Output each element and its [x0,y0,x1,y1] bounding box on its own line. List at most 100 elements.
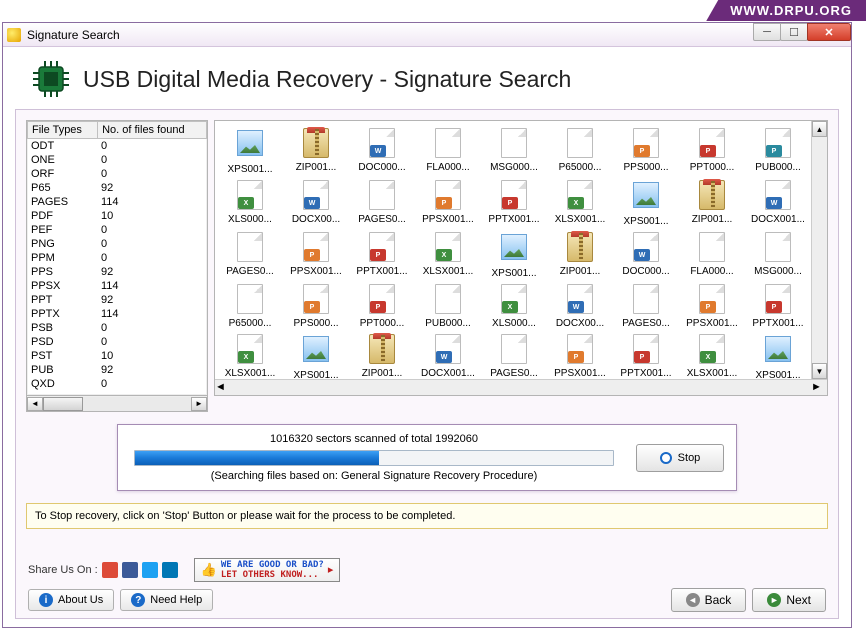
file-item[interactable]: FLA000... [679,229,745,281]
close-button[interactable]: ✕ [807,23,851,41]
file-item[interactable]: P PPSX001... [547,331,613,379]
google-plus-icon[interactable] [102,562,118,578]
file-item[interactable]: MSG000... [481,125,547,177]
file-item[interactable]: PPPSX001... [679,281,745,331]
scroll-up-icon[interactable]: ▲ [812,121,827,137]
scroll-left-icon[interactable]: ◄ [215,381,231,395]
maximize-button[interactable]: ☐ [780,23,808,41]
file-item[interactable]: WDOCX00... [547,281,613,331]
table-row[interactable]: PPTX114 [27,307,207,321]
file-item[interactable]: XPS001... [613,177,679,229]
file-item[interactable]: ZIP001... [349,331,415,379]
scroll-down-icon[interactable]: ▼ [812,363,827,379]
table-row[interactable]: ORF0 [27,167,207,181]
file-item[interactable]: PAGES0... [481,331,547,379]
file-item[interactable]: PPUB000... [745,125,811,177]
table-row[interactable]: PUB92 [27,363,207,377]
col-files-found[interactable]: No. of files found [98,122,207,139]
file-item[interactable]: WDOC000... [613,229,679,281]
back-button[interactable]: ◄ Back [671,588,747,612]
file-item[interactable]: XPS001... [283,331,349,379]
file-item[interactable]: XPS001... [481,229,547,281]
facebook-icon[interactable] [122,562,138,578]
file-item[interactable]: ZIP001... [547,229,613,281]
file-item[interactable]: PPPS000... [613,125,679,177]
grid-v-scrollbar[interactable]: ▲ ▼ [811,121,827,379]
file-type-icon: P [564,334,596,366]
file-item[interactable]: PAGES0... [217,229,283,281]
file-item[interactable]: PPPSX001... [283,229,349,281]
file-item[interactable]: PPPS000... [283,281,349,331]
file-item[interactable]: XXLSX001... [547,177,613,229]
file-item-label: PPSX001... [549,368,611,379]
table-row[interactable]: ONE0 [27,153,207,167]
table-row[interactable]: PDF10 [27,209,207,223]
file-item[interactable]: MSG000... [745,229,811,281]
file-type-icon: P [366,232,398,264]
scroll-right-icon[interactable]: ► [811,381,827,395]
nav-row: i About Us ? Need Help ◄ Back ► Next [28,588,826,612]
file-item-label: P65000... [219,318,281,329]
file-item[interactable]: XXLSX001... [415,229,481,281]
file-item[interactable]: WDOCX001... [745,177,811,229]
stop-button[interactable]: Stop [636,444,724,472]
table-row[interactable]: PPS92 [27,265,207,279]
table-row[interactable]: PNG0 [27,237,207,251]
need-help-button[interactable]: ? Need Help [120,589,213,611]
table-row[interactable]: PSD0 [27,335,207,349]
file-item[interactable]: ZIP001... [679,177,745,229]
file-item[interactable]: PPPT000... [349,281,415,331]
next-button[interactable]: ► Next [752,588,826,612]
file-item[interactable]: PUB000... [415,281,481,331]
file-item[interactable]: PPPTX001... [613,331,679,379]
file-item[interactable]: XXLSX001... [217,331,283,379]
file-item[interactable]: XXLSX001... [679,331,745,379]
file-item[interactable]: PAGES0... [613,281,679,331]
table-row[interactable]: PPM0 [27,251,207,265]
grid-h-scrollbar[interactable]: ◄ ► [215,379,827,395]
file-item[interactable]: XPS001... [217,125,283,177]
twitter-icon[interactable] [142,562,158,578]
file-item[interactable]: PPPTX001... [349,229,415,281]
table-row[interactable]: PAGES114 [27,195,207,209]
col-file-types[interactable]: File Types [28,122,98,139]
table-row[interactable]: P6592 [27,181,207,195]
table-row[interactable]: ODT0 [27,139,207,153]
scroll-left-icon[interactable]: ◄ [27,397,43,411]
file-item[interactable]: WDOCX001... [415,331,481,379]
table-h-scrollbar[interactable]: ◄ ► [26,396,208,412]
file-item[interactable]: XXLS000... [481,281,547,331]
file-type-icon: P [300,284,332,316]
progress-bar [134,450,614,466]
table-row[interactable]: PEF0 [27,223,207,237]
title-bar[interactable]: Signature Search ─ ☐ ✕ [3,23,851,47]
file-type-icon [432,284,464,316]
file-item[interactable]: ZIP001... [283,125,349,177]
file-types-table[interactable]: File Types No. of files found ODT0ONE0OR… [26,120,208,396]
file-item[interactable]: PPPTX001... [745,281,811,331]
scroll-right-icon[interactable]: ► [191,397,207,411]
file-item[interactable]: P65000... [547,125,613,177]
rate-us-button[interactable]: 👍 WE ARE GOOD OR BAD? LET OTHERS KNOW...… [194,558,341,582]
file-item[interactable]: PAGES0... [349,177,415,229]
table-row[interactable]: PPT92 [27,293,207,307]
table-row[interactable]: PPSX114 [27,279,207,293]
table-row[interactable]: PSB0 [27,321,207,335]
file-item[interactable]: PPPSX001... [415,177,481,229]
file-item[interactable]: PPPT000... [679,125,745,177]
file-item[interactable]: PPPTX001... [481,177,547,229]
website-ribbon[interactable]: WWW.DRPU.ORG [706,0,866,21]
results-icon-grid[interactable]: XPS001...ZIP001...WDOC000...FLA000...MSG… [214,120,828,396]
table-row[interactable]: PST10 [27,349,207,363]
file-item[interactable]: FLA000... [415,125,481,177]
about-us-button[interactable]: i About Us [28,589,114,611]
file-item[interactable]: WDOC000... [349,125,415,177]
file-item[interactable]: XPS001... [745,331,811,379]
file-item[interactable]: P65000... [217,281,283,331]
linkedin-icon[interactable] [162,562,178,578]
table-row[interactable]: QXD0 [27,377,207,391]
file-item[interactable]: WDOCX00... [283,177,349,229]
file-item[interactable]: XXLS000... [217,177,283,229]
file-type-icon: P [630,128,662,160]
minimize-button[interactable]: ─ [753,23,781,41]
